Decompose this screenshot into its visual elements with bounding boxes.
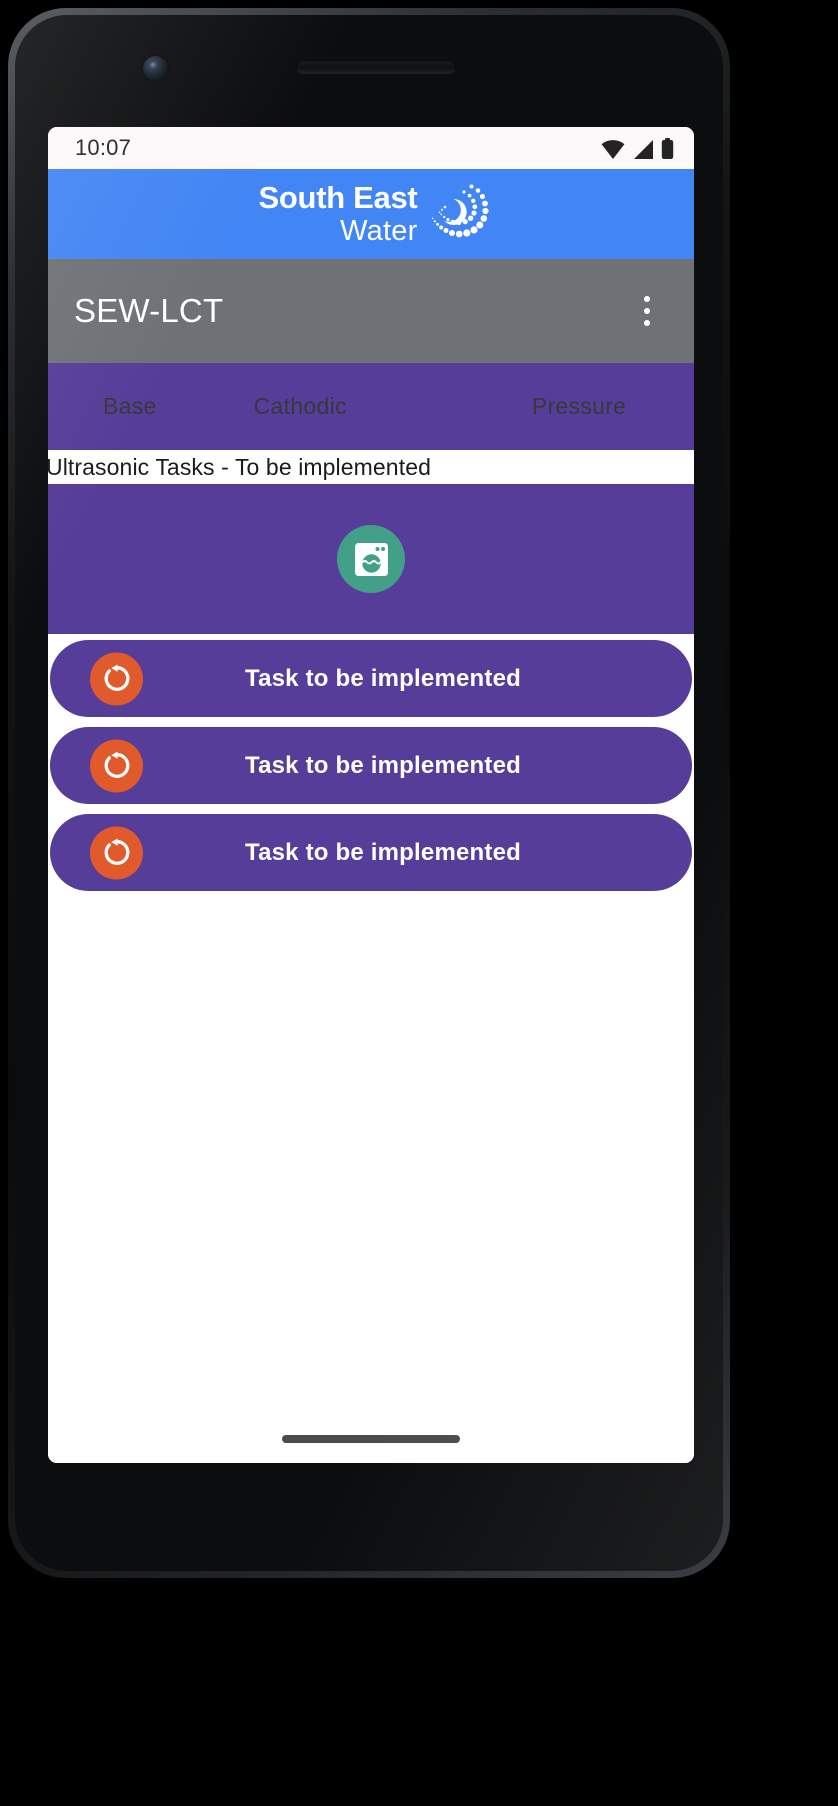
- brand-banner: South East Water: [48, 169, 694, 259]
- status-bar: 10:07: [48, 127, 694, 169]
- battery-icon: [661, 137, 674, 159]
- overflow-dot: [644, 320, 650, 326]
- ultrasonic-meter-glyph: [354, 542, 388, 576]
- ultrasonic-hero-panel: [48, 484, 694, 634]
- front-camera-icon: [143, 56, 168, 81]
- task-row-label: Task to be implemented: [244, 838, 522, 866]
- phone-screen: 10:07 South East Water SEW-LCT Base Cath…: [48, 127, 694, 1463]
- overflow-dot: [644, 308, 650, 314]
- south-east-water-swirl-icon: [432, 184, 490, 238]
- home-gesture-pill[interactable]: [282, 1435, 460, 1443]
- cellular-signal-icon: [634, 139, 653, 159]
- section-header-label: Ultrasonic Tasks - To be implemented: [48, 453, 431, 480]
- overflow-dot: [644, 296, 650, 302]
- task-row[interactable]: Task to be implemented: [50, 727, 692, 804]
- refresh-glyph: [104, 751, 129, 778]
- refresh-pending-icon[interactable]: [90, 652, 143, 705]
- refresh-pending-icon[interactable]: [90, 826, 143, 879]
- section-header: Ultrasonic Tasks - To be implemented: [48, 450, 694, 484]
- earpiece-speaker: [296, 60, 456, 74]
- south-east-water-logo: South East Water: [258, 180, 490, 247]
- tab-base[interactable]: Base: [103, 393, 157, 420]
- tab-bar[interactable]: Base Cathodic Pressure: [48, 363, 694, 450]
- status-bar-clock: 10:07: [75, 135, 132, 160]
- tab-cathodic[interactable]: Cathodic: [254, 393, 347, 420]
- phone-device-frame: 10:07 South East Water SEW-LCT Base Cath…: [8, 8, 730, 1578]
- ultrasonic-meter-icon[interactable]: [337, 525, 405, 593]
- refresh-glyph: [104, 838, 129, 865]
- task-row-label: Task to be implemented: [244, 751, 522, 779]
- navigation-bar: [48, 1415, 694, 1463]
- brand-name-line-2: Water: [340, 215, 418, 247]
- phone-bezel: 10:07 South East Water SEW-LCT Base Cath…: [15, 15, 723, 1571]
- task-list: Task to be implemented Task to be implem…: [48, 634, 694, 1415]
- status-bar-icons: [601, 137, 674, 159]
- task-row[interactable]: Task to be implemented: [50, 640, 692, 717]
- more-vertical-icon[interactable]: [626, 288, 668, 334]
- wifi-icon: [601, 139, 625, 159]
- brand-name-line-1: South East: [258, 180, 418, 215]
- task-row-label: Task to be implemented: [244, 664, 522, 692]
- refresh-pending-icon[interactable]: [90, 739, 143, 792]
- app-bar: SEW-LCT: [48, 259, 694, 363]
- tab-pressure[interactable]: Pressure: [532, 393, 626, 420]
- page-title: SEW-LCT: [74, 292, 224, 329]
- task-row[interactable]: Task to be implemented: [50, 814, 692, 891]
- refresh-glyph: [104, 664, 129, 691]
